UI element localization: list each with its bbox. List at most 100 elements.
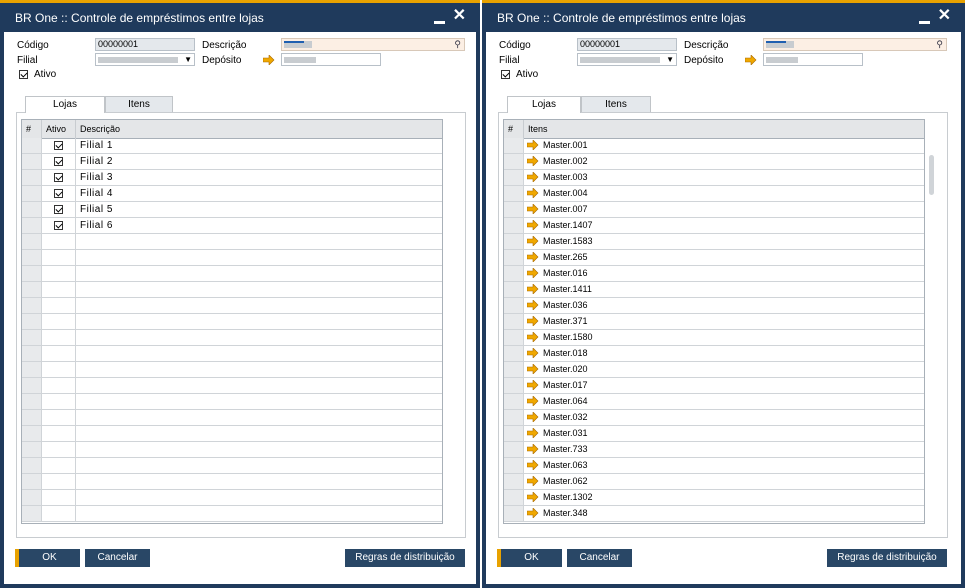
link-arrow-icon[interactable]: [527, 348, 539, 358]
table-row[interactable]: Master.1583: [504, 234, 924, 250]
ok-button[interactable]: OK: [15, 549, 80, 567]
table-row[interactable]: Filial 5: [22, 202, 442, 218]
minimize-icon[interactable]: [434, 21, 445, 24]
table-row[interactable]: Master.007: [504, 202, 924, 218]
table-row[interactable]: Master.265: [504, 250, 924, 266]
link-arrow-icon[interactable]: [745, 55, 757, 65]
table-row[interactable]: [22, 314, 442, 330]
table-row[interactable]: Master.036: [504, 298, 924, 314]
cancel-button[interactable]: Cancelar: [85, 549, 150, 567]
chevron-down-icon[interactable]: ▼: [184, 55, 192, 64]
link-arrow-icon[interactable]: [527, 444, 539, 454]
table-row[interactable]: Master.016: [504, 266, 924, 282]
row-ativo-checkbox[interactable]: [54, 157, 63, 166]
table-row[interactable]: Master.1407: [504, 218, 924, 234]
link-arrow-icon[interactable]: [527, 300, 539, 310]
table-row[interactable]: Filial 3: [22, 170, 442, 186]
filial-dropdown[interactable]: ▼: [95, 53, 195, 66]
table-row[interactable]: Master.062: [504, 474, 924, 490]
link-arrow-icon[interactable]: [527, 412, 539, 422]
table-row[interactable]: Master.020: [504, 362, 924, 378]
link-arrow-icon[interactable]: [527, 428, 539, 438]
chevron-down-icon[interactable]: ▼: [666, 55, 674, 64]
table-row[interactable]: Master.017: [504, 378, 924, 394]
table-row[interactable]: [22, 474, 442, 490]
table-row[interactable]: Master.371: [504, 314, 924, 330]
link-arrow-icon[interactable]: [263, 55, 275, 65]
deposito-field[interactable]: [763, 53, 863, 66]
table-row[interactable]: [22, 506, 442, 522]
table-row[interactable]: [22, 266, 442, 282]
table-row[interactable]: Master.004: [504, 186, 924, 202]
link-arrow-icon[interactable]: [527, 364, 539, 374]
link-arrow-icon[interactable]: [527, 220, 539, 230]
link-arrow-icon[interactable]: [527, 476, 539, 486]
search-icon[interactable]: ⚲: [454, 39, 461, 50]
table-row[interactable]: Master.348: [504, 506, 924, 522]
link-arrow-icon[interactable]: [527, 140, 539, 150]
table-row[interactable]: Filial 6: [22, 218, 442, 234]
row-ativo-checkbox[interactable]: [54, 221, 63, 230]
table-row[interactable]: Master.018: [504, 346, 924, 362]
search-icon[interactable]: ⚲: [936, 39, 943, 50]
table-row[interactable]: Master.063: [504, 458, 924, 474]
table-row[interactable]: Master.064: [504, 394, 924, 410]
link-arrow-icon[interactable]: [527, 508, 539, 518]
distribution-rules-button[interactable]: Regras de distribuição: [345, 549, 465, 567]
minimize-icon[interactable]: [919, 21, 930, 24]
table-row[interactable]: [22, 282, 442, 298]
table-row[interactable]: [22, 346, 442, 362]
table-row[interactable]: [22, 250, 442, 266]
link-arrow-icon[interactable]: [527, 172, 539, 182]
table-row[interactable]: Master.1580: [504, 330, 924, 346]
table-row[interactable]: [22, 298, 442, 314]
codigo-field[interactable]: 00000001: [95, 38, 195, 51]
row-ativo-checkbox[interactable]: [54, 141, 63, 150]
link-arrow-icon[interactable]: [527, 268, 539, 278]
ativo-checkbox[interactable]: [19, 70, 28, 79]
table-row[interactable]: Master.1411: [504, 282, 924, 298]
title-bar[interactable]: BR One :: Controle de empréstimos entre …: [0, 3, 480, 32]
link-arrow-icon[interactable]: [527, 188, 539, 198]
close-icon[interactable]: ✕: [938, 8, 951, 24]
link-arrow-icon[interactable]: [527, 316, 539, 326]
ok-button[interactable]: OK: [497, 549, 562, 567]
table-row[interactable]: [22, 442, 442, 458]
descricao-field[interactable]: ⚲: [763, 38, 947, 51]
link-arrow-icon[interactable]: [527, 380, 539, 390]
table-row[interactable]: [22, 410, 442, 426]
table-row[interactable]: [22, 426, 442, 442]
filial-dropdown[interactable]: ▼: [577, 53, 677, 66]
close-icon[interactable]: ✕: [453, 8, 466, 24]
link-arrow-icon[interactable]: [527, 284, 539, 294]
row-ativo-checkbox[interactable]: [54, 173, 63, 182]
table-row[interactable]: Filial 4: [22, 186, 442, 202]
descricao-field[interactable]: ⚲: [281, 38, 465, 51]
link-arrow-icon[interactable]: [527, 236, 539, 246]
deposito-field[interactable]: [281, 53, 381, 66]
link-arrow-icon[interactable]: [527, 252, 539, 262]
codigo-field[interactable]: 00000001: [577, 38, 677, 51]
table-row[interactable]: Master.001: [504, 138, 924, 154]
link-arrow-icon[interactable]: [527, 204, 539, 214]
link-arrow-icon[interactable]: [527, 332, 539, 342]
link-arrow-icon[interactable]: [527, 156, 539, 166]
tab-lojas[interactable]: Lojas: [507, 96, 581, 113]
row-ativo-checkbox[interactable]: [54, 189, 63, 198]
table-row[interactable]: [22, 458, 442, 474]
cancel-button[interactable]: Cancelar: [567, 549, 632, 567]
table-row[interactable]: Master.031: [504, 426, 924, 442]
link-arrow-icon[interactable]: [527, 492, 539, 502]
tab-lojas[interactable]: Lojas: [25, 96, 105, 113]
distribution-rules-button[interactable]: Regras de distribuição: [827, 549, 947, 567]
table-row[interactable]: Filial 1: [22, 138, 442, 154]
tab-itens[interactable]: Itens: [581, 96, 651, 112]
link-arrow-icon[interactable]: [527, 396, 539, 406]
table-row[interactable]: [22, 362, 442, 378]
link-arrow-icon[interactable]: [527, 460, 539, 470]
table-row[interactable]: [22, 234, 442, 250]
title-bar[interactable]: BR One :: Controle de empréstimos entre …: [482, 3, 965, 32]
ativo-checkbox[interactable]: [501, 70, 510, 79]
table-row[interactable]: Master.003: [504, 170, 924, 186]
table-row[interactable]: Master.002: [504, 154, 924, 170]
